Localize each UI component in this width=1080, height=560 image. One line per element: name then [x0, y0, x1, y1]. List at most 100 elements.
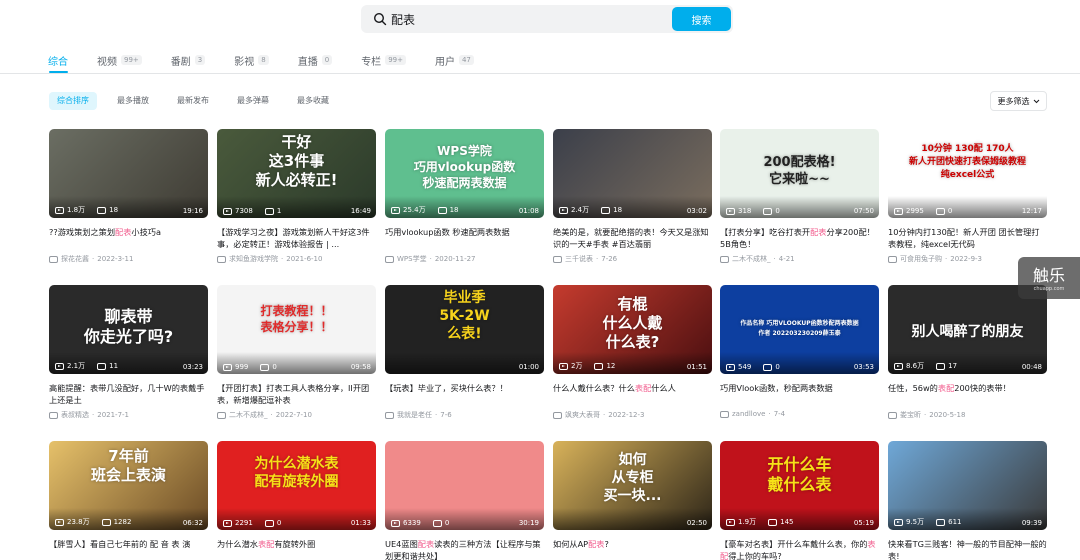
view-count: 9.5万 — [906, 518, 925, 526]
sort-most-played[interactable]: 最多播放 — [109, 92, 157, 110]
video-card[interactable]: 10分钟 130配 170人 新人开团快速打表保姆级教程 纯excel公式 2995… — [888, 129, 1047, 264]
uploader-name[interactable]: zandllove — [732, 410, 765, 418]
tab-movie[interactable]: 影视 8 — [234, 53, 269, 68]
video-card[interactable]: 2.4万 18 03:02 绝美的是，就要配绝搭的表！今天又是涨知识的一天#手表… — [553, 129, 712, 264]
video-thumbnail[interactable]: 有棍 什么人戴 什么表? 2万 12 01:51 — [553, 285, 712, 374]
video-stats: 6339 0 — [391, 519, 449, 527]
video-thumbnail[interactable]: 干好 这3件事 新人必转正! 7308 1 16:49 — [217, 129, 376, 218]
danmaku-icon — [936, 362, 946, 370]
video-title[interactable]: 【游戏学习之夜】游戏策划新人干好这3件事，必定转正！游戏体验报告 | ... — [217, 226, 376, 250]
sort-most-favorited[interactable]: 最多收藏 — [289, 92, 337, 110]
video-thumbnail[interactable]: 2.4万 18 03:02 — [553, 129, 712, 218]
tab-article[interactable]: 专栏 99+ — [361, 53, 406, 68]
uploader-name[interactable]: 飒爽大表哥 — [565, 410, 600, 420]
video-title[interactable]: 【开团打表】打表工具人表格分享，II开团表，新增爆配逗补表 — [217, 382, 376, 406]
video-stats: 25.4万 18 — [391, 205, 459, 215]
video-card[interactable]: 有棍 什么人戴 什么表? 2万 12 01:51 什么人戴什么表？什么表配什么人 飒… — [553, 285, 712, 420]
thumbnail-caption: 干好 这3件事 新人必转正! — [255, 133, 338, 189]
video-card[interactable]: 干好 这3件事 新人必转正! 7308 1 16:49 【游戏学习之夜】游戏策划新人… — [217, 129, 376, 264]
video-card[interactable]: 开什么车 戴什么表 1.9万 145 05:19 【豪车对名表】开什么车戴什么表，… — [720, 441, 879, 560]
sort-newest[interactable]: 最新发布 — [169, 92, 217, 110]
uploader-name[interactable]: WPS学堂 — [397, 254, 427, 264]
video-title[interactable]: 如何从AP配表? — [553, 538, 712, 560]
video-thumbnail[interactable]: 作品名称 巧用VLOOKUP函数秒配两表数据 作者 202203230209薛玉泰… — [720, 285, 879, 374]
video-card[interactable]: 6339 0 30:19 UE4蓝图配表读表的三种方法【让程序与策划更和谐共处】 — [385, 441, 544, 560]
view-count: 25.4万 — [403, 206, 426, 214]
uploader-name[interactable]: 二木不成林_ — [229, 410, 268, 420]
tab-video[interactable]: 视频 99+ — [97, 53, 142, 68]
video-card[interactable]: 如何 从专柜 买一块... 02:50 如何从AP配表? — [553, 441, 712, 560]
sort-comprehensive[interactable]: 综合排序 — [49, 92, 97, 110]
video-thumbnail[interactable]: 如何 从专柜 买一块... 02:50 — [553, 441, 712, 530]
video-title[interactable]: 【打表分享】吃谷打表开配表分享200配！5B角色！ — [720, 226, 879, 250]
view-count: 6339 — [403, 519, 421, 527]
uploader-name[interactable]: 可食用兔子购 — [900, 254, 942, 264]
publish-date: 2022-12-3 — [608, 411, 645, 419]
video-card[interactable]: 200配表格! 它来啦~~ 318 0 07:50 【打表分享】吃谷打表开配表分享… — [720, 129, 879, 264]
video-thumbnail[interactable]: 7年前 班会上表演 23.8万 1282 06:32 — [49, 441, 208, 530]
video-title[interactable]: 绝美的是，就要配绝搭的表！今天又是涨知识的一天#手表 #百达翡丽 — [553, 226, 712, 250]
uploader-name[interactable]: 表叔精选 — [61, 410, 89, 420]
video-title[interactable]: 巧用vlookup函数 秒速配两表数据 — [385, 226, 544, 250]
danmaku-icon — [432, 519, 442, 527]
tab-user[interactable]: 用户 47 — [435, 53, 474, 68]
publish-date: 2022-3-11 — [97, 255, 134, 263]
danmaku-icon — [936, 518, 946, 526]
video-card[interactable]: 作品名称 巧用VLOOKUP函数秒配两表数据 作者 202203230209薛玉泰… — [720, 285, 879, 418]
video-title[interactable]: 任性，56w的表配200快的表带！ — [888, 382, 1047, 406]
video-title[interactable]: 10分钟内打130配！新人开团 团长管理打表教程，纯excel无代码 — [888, 226, 1047, 250]
video-card[interactable]: 为什么潜水表 配有旋转外圈 2291 0 01:33 为什么潜水表配有旋转外圈 — [217, 441, 376, 560]
video-thumbnail[interactable]: 聊表带 你走光了吗? 2.1万 11 03:23 — [49, 285, 208, 374]
video-card[interactable]: 毕业季 5K-2W 么表! 01:00 【玩表】毕业了，买块什么表？！ 我就是老任 … — [385, 285, 544, 420]
danmaku-icon — [101, 518, 111, 526]
tab-count: 0 — [321, 55, 333, 65]
more-filter-button[interactable]: 更多筛选 — [990, 91, 1047, 111]
video-title[interactable]: 【胖雪人】看自己七年前的 配 音 表 演 — [49, 538, 208, 560]
thumbnail-caption: 为什么潜水表 配有旋转外圈 — [254, 456, 339, 490]
search-button[interactable]: 搜索 — [672, 7, 731, 31]
uploader-name[interactable]: 我就是老任 — [397, 410, 432, 420]
sort-most-danmaku[interactable]: 最多弹幕 — [229, 92, 277, 110]
video-thumbnail[interactable]: 为什么潜水表 配有旋转外圈 2291 0 01:33 — [217, 441, 376, 530]
keyword-highlight: 表配 — [634, 383, 652, 393]
video-thumbnail[interactable]: 毕业季 5K-2W 么表! 01:00 — [385, 285, 544, 374]
tab-live[interactable]: 直播 0 — [298, 53, 333, 68]
video-thumbnail[interactable]: 10分钟 130配 170人 新人开团快速打表保姆级教程 纯excel公式 2995… — [888, 129, 1047, 218]
video-card[interactable]: WPS学院 巧用vlookup函数 秒速配两表数据 25.4万 18 01:08 巧… — [385, 129, 544, 264]
video-title[interactable]: 【玩表】毕业了，买块什么表？！ — [385, 382, 544, 406]
uploader-name[interactable]: 娄宝昕 — [900, 410, 921, 420]
video-thumbnail[interactable]: 打表教程！！ 表格分享！！ 999 0 09:58 — [217, 285, 376, 374]
video-card[interactable]: 打表教程！！ 表格分享！！ 999 0 09:58 【开团打表】打表工具人表格分享… — [217, 285, 376, 420]
video-card[interactable]: 聊表带 你走光了吗? 2.1万 11 03:23 高能提醒：表带几没配好，几十W的… — [49, 285, 208, 420]
video-stats: 2.1万 11 — [55, 361, 118, 371]
danmaku-count: 0 — [775, 207, 780, 215]
video-title[interactable]: 巧用Vlook函数，秒配两表数据 — [720, 382, 879, 406]
video-thumbnail[interactable]: 9.5万 611 09:39 — [888, 441, 1047, 530]
video-card[interactable]: 7年前 班会上表演 23.8万 1282 06:32 【胖雪人】看自己七年前的 配… — [49, 441, 208, 560]
video-thumbnail[interactable]: WPS学院 巧用vlookup函数 秒速配两表数据 25.4万 18 01:08 — [385, 129, 544, 218]
video-title[interactable]: 高能提醒：表带几没配好，几十W的表戴手上还是土 — [49, 382, 208, 406]
video-card[interactable]: 1.8万 18 19:16 ??游戏策划之策划配表小技巧a 探花花酱 · 202… — [49, 129, 208, 264]
search-input[interactable] — [391, 9, 671, 29]
danmaku-count: 18 — [109, 206, 119, 214]
uploader-name[interactable]: 探花花酱 — [61, 254, 89, 264]
video-thumbnail[interactable]: 1.8万 18 19:16 — [49, 129, 208, 218]
video-card[interactable]: 9.5万 611 09:39 快来看TG三贱客！神一般的节目配神一般的表! — [888, 441, 1047, 560]
video-title[interactable]: UE4蓝图配表读表的三种方法【让程序与策划更和谐共处】 — [385, 538, 544, 560]
video-thumbnail[interactable]: 开什么车 戴什么表 1.9万 145 05:19 — [720, 441, 879, 530]
video-title[interactable]: 为什么潜水表配有旋转外圈 — [217, 538, 376, 560]
uploader-icon — [217, 255, 226, 263]
uploader-name[interactable]: 三千说表 — [565, 254, 593, 264]
uploader-name[interactable]: 二木不成林_ — [732, 254, 771, 264]
video-title[interactable]: 快来看TG三贱客！神一般的节目配神一般的表! — [888, 538, 1047, 560]
uploader-name[interactable]: 求知鱼游戏学院 — [229, 254, 278, 264]
tab-bangumi[interactable]: 番剧 3 — [171, 53, 206, 68]
video-title[interactable]: 什么人戴什么表？什么表配什么人 — [553, 382, 712, 406]
video-thumbnail[interactable]: 200配表格! 它来啦~~ 318 0 07:50 — [720, 129, 879, 218]
video-card[interactable]: 别人喝醉了的朋友 8.6万 17 00:48 任性，56w的表配200快的表带！… — [888, 285, 1047, 420]
video-thumbnail[interactable]: 6339 0 30:19 — [385, 441, 544, 530]
tab-all[interactable]: 综合 — [48, 53, 68, 68]
video-title[interactable]: 【豪车对名表】开什么车戴什么表，你的表配得上你的车吗? — [720, 538, 879, 560]
video-title[interactable]: ??游戏策划之策划配表小技巧a — [49, 226, 208, 250]
view-count: 318 — [738, 207, 752, 215]
